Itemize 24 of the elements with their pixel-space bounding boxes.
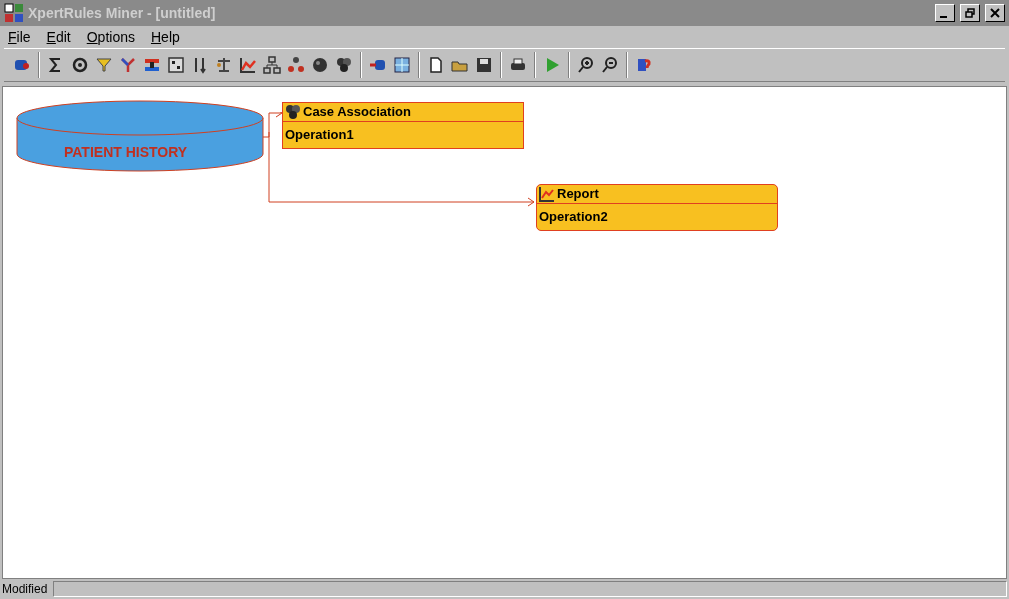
menu-item[interactable]: Options bbox=[86, 26, 135, 48]
maximize-button[interactable] bbox=[960, 4, 980, 22]
hierarchy-icon[interactable] bbox=[260, 53, 284, 77]
node-title: Report bbox=[557, 185, 599, 204]
minimize-icon bbox=[940, 16, 947, 18]
window-title: XpertRules Miner - [untitled] bbox=[28, 3, 216, 23]
line-chart-icon bbox=[539, 186, 555, 202]
status-text: Modified bbox=[2, 581, 48, 598]
operation-node[interactable]: Report Operation2 bbox=[536, 184, 778, 231]
node-name: Operation2 bbox=[539, 208, 608, 227]
close-icon bbox=[990, 8, 1000, 18]
menu-item[interactable]: Help bbox=[150, 26, 180, 48]
node-name: Operation1 bbox=[285, 126, 354, 145]
database-label: PATIENT HISTORY bbox=[64, 143, 188, 162]
menu-item[interactable]: Edit bbox=[46, 26, 71, 48]
node-title: Case Association bbox=[303, 103, 411, 122]
menu-item[interactable]: File bbox=[8, 26, 31, 48]
database-cylinder[interactable] bbox=[16, 100, 264, 172]
maximize-icon bbox=[965, 8, 975, 18]
balls-icon bbox=[285, 104, 301, 120]
minimize-button[interactable] bbox=[935, 4, 955, 22]
app-icon bbox=[4, 3, 24, 23]
operation-node[interactable]: Case Association Operation1 bbox=[282, 102, 524, 149]
close-button[interactable] bbox=[985, 4, 1005, 22]
